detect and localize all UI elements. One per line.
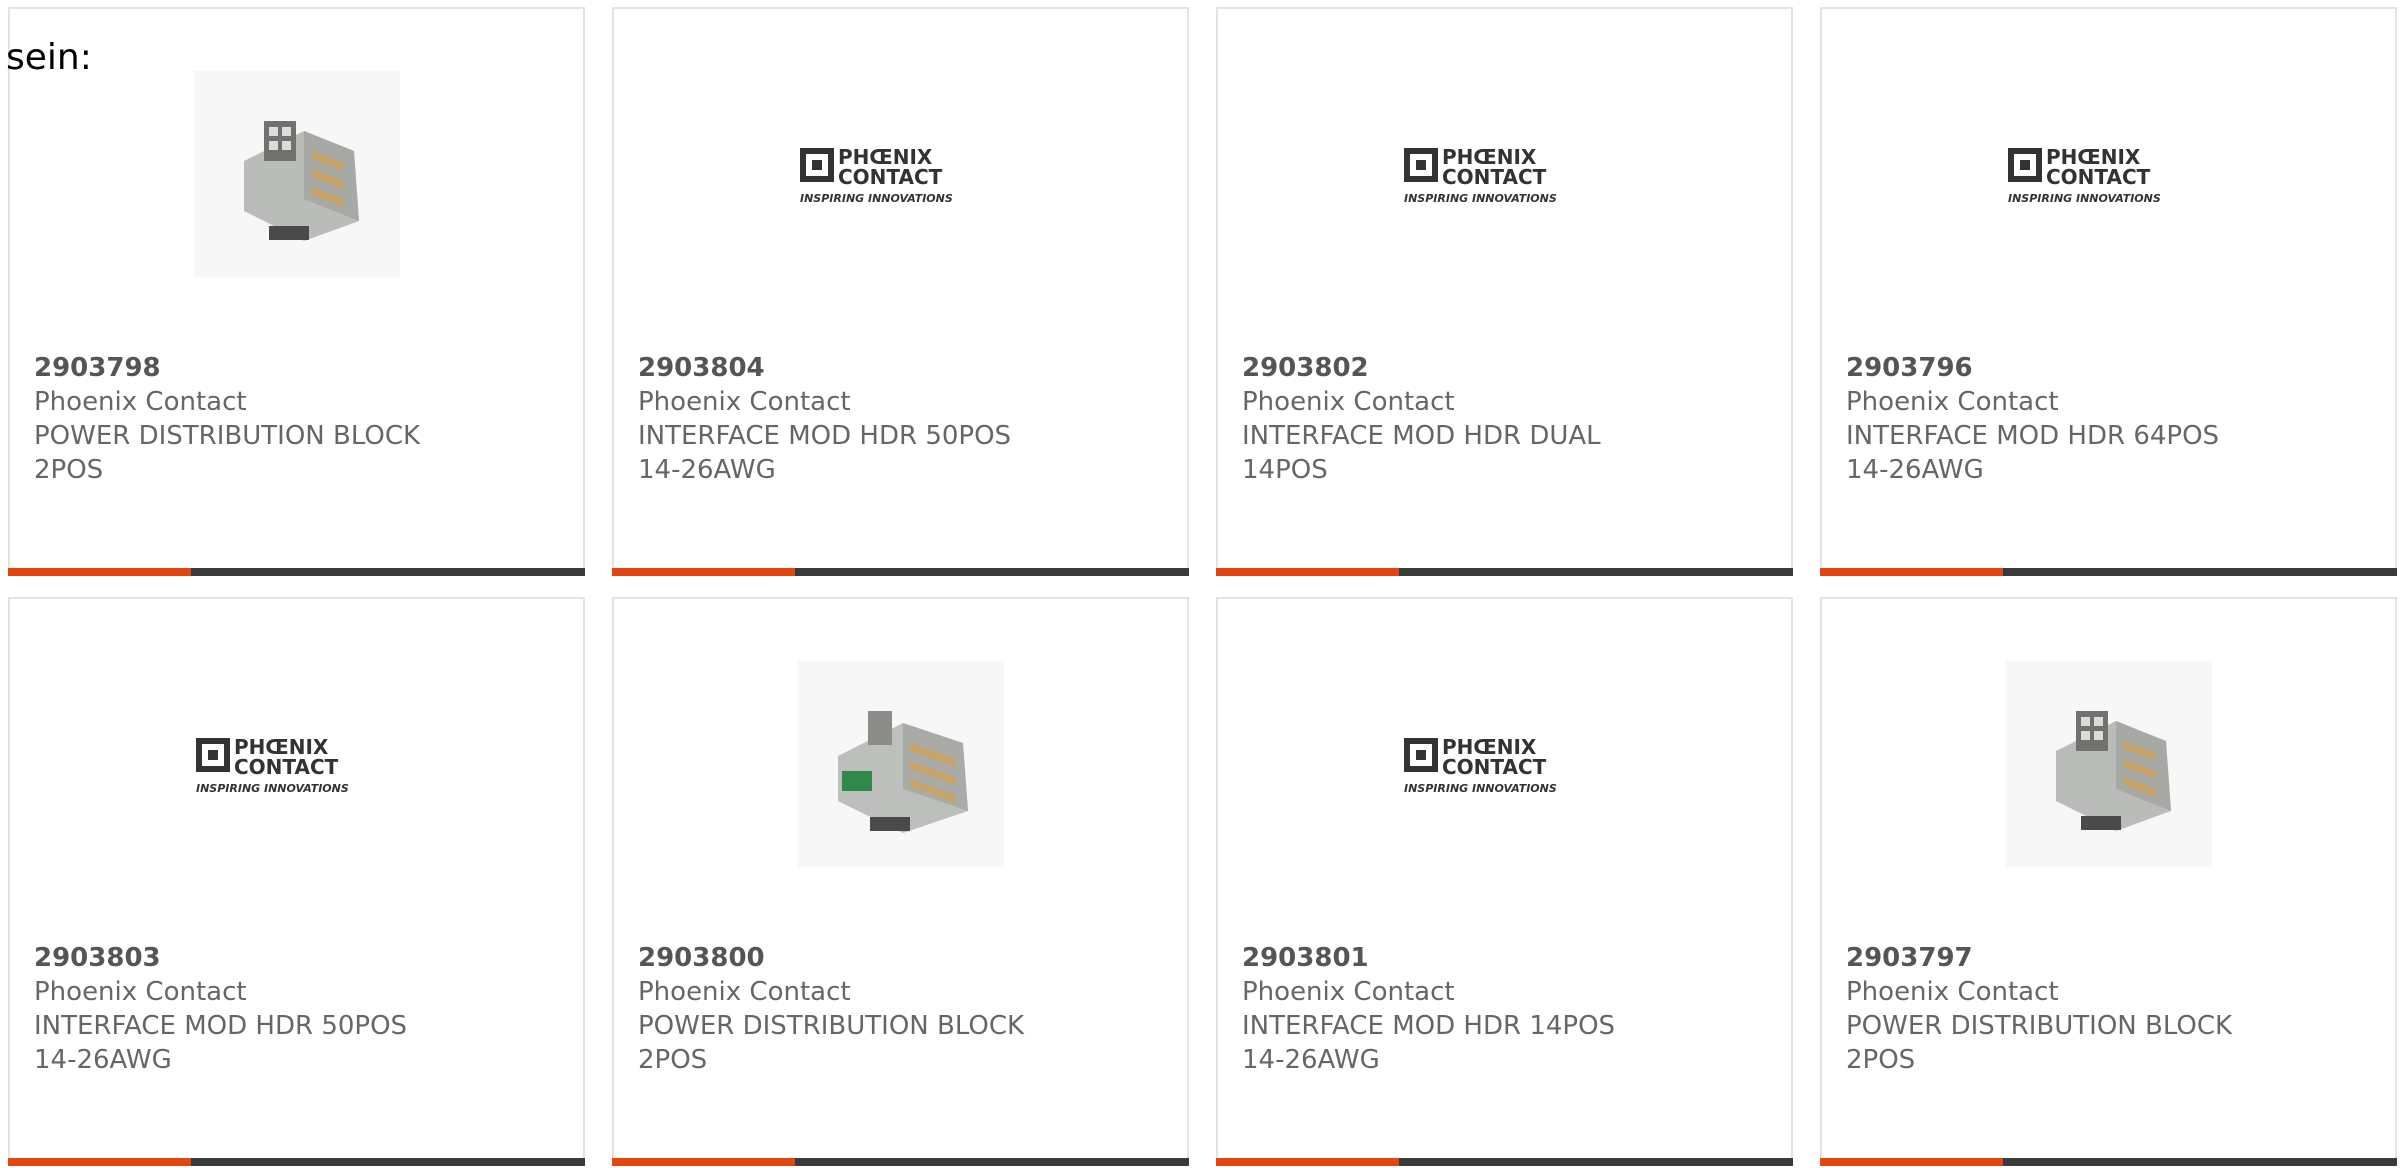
product-card[interactable]: PHŒNIX CONTACT INSPIRING INNOVATIONS 290… bbox=[8, 597, 585, 1166]
description: POWER DISTRIBUTION BLOCK 2POS bbox=[1846, 1011, 2233, 1075]
terminal-block-photo-icon bbox=[2005, 661, 2212, 867]
product-grid: 2903798 Phoenix Contact POWER DISTRIBUTI… bbox=[8, 7, 2400, 1168]
card-bottom-bar bbox=[1216, 568, 1793, 576]
svg-text:CONTACT: CONTACT bbox=[2046, 165, 2151, 189]
svg-text:INSPIRING INNOVATIONS: INSPIRING INNOVATIONS bbox=[2008, 192, 2161, 205]
product-info: 2903801 Phoenix Contact INTERFACE MOD HD… bbox=[1242, 941, 1662, 1077]
card-bottom-bar bbox=[8, 568, 585, 576]
card-bottom-bar bbox=[1820, 1158, 2397, 1166]
manufacturer: Phoenix Contact bbox=[1846, 977, 2059, 1007]
phoenix-contact-logo-icon: PHŒNIX CONTACT INSPIRING INNOVATIONS bbox=[2007, 145, 2161, 205]
terminal-block-photo-icon bbox=[193, 71, 400, 277]
phoenix-contact-logo-icon: PHŒNIX CONTACT INSPIRING INNOVATIONS bbox=[799, 145, 953, 205]
product-info: 2903804 Phoenix Contact INTERFACE MOD HD… bbox=[638, 351, 1058, 487]
svg-text:INSPIRING INNOVATIONS: INSPIRING INNOVATIONS bbox=[196, 782, 349, 795]
svg-text:CONTACT: CONTACT bbox=[838, 165, 943, 189]
card-bottom-bar bbox=[612, 1158, 1189, 1166]
product-image[interactable] bbox=[10, 59, 583, 289]
manufacturer: Phoenix Contact bbox=[34, 977, 247, 1007]
phoenix-contact-logo-icon: PHŒNIX CONTACT INSPIRING INNOVATIONS bbox=[195, 735, 349, 795]
description: INTERFACE MOD HDR DUAL 14POS bbox=[1242, 421, 1601, 485]
svg-text:INSPIRING INNOVATIONS: INSPIRING INNOVATIONS bbox=[800, 192, 953, 205]
manufacturer: Phoenix Contact bbox=[1846, 387, 2059, 417]
product-card[interactable]: PHŒNIX CONTACT INSPIRING INNOVATIONS 290… bbox=[612, 7, 1189, 576]
product-info: 2903797 Phoenix Contact POWER DISTRIBUTI… bbox=[1846, 941, 2266, 1077]
description: POWER DISTRIBUTION BLOCK 2POS bbox=[34, 421, 421, 485]
card-bottom-bar bbox=[8, 1158, 585, 1166]
svg-text:INSPIRING INNOVATIONS: INSPIRING INNOVATIONS bbox=[1404, 192, 1557, 205]
part-number[interactable]: 2903800 bbox=[638, 941, 1058, 975]
manufacturer: Phoenix Contact bbox=[638, 387, 851, 417]
description: INTERFACE MOD HDR 50POS 14-26AWG bbox=[34, 1011, 408, 1075]
svg-text:CONTACT: CONTACT bbox=[1442, 165, 1547, 189]
part-number[interactable]: 2903803 bbox=[34, 941, 454, 975]
product-image[interactable]: PHŒNIX CONTACT INSPIRING INNOVATIONS bbox=[1822, 59, 2395, 289]
svg-text:CONTACT: CONTACT bbox=[1442, 755, 1547, 779]
card-bottom-bar bbox=[1216, 1158, 1793, 1166]
product-image[interactable]: PHŒNIX CONTACT INSPIRING INNOVATIONS bbox=[1218, 59, 1791, 289]
part-number[interactable]: 2903798 bbox=[34, 351, 454, 385]
part-number[interactable]: 2903797 bbox=[1846, 941, 2266, 975]
phoenix-contact-logo-icon: PHŒNIX CONTACT INSPIRING INNOVATIONS bbox=[1403, 145, 1557, 205]
card-bottom-bar bbox=[1820, 568, 2397, 576]
description: INTERFACE MOD HDR 64POS 14-26AWG bbox=[1846, 421, 2220, 485]
part-number[interactable]: 2903802 bbox=[1242, 351, 1662, 385]
product-image[interactable]: PHŒNIX CONTACT INSPIRING INNOVATIONS bbox=[614, 59, 1187, 289]
phoenix-contact-logo-icon: PHŒNIX CONTACT INSPIRING INNOVATIONS bbox=[1403, 735, 1557, 795]
description: INTERFACE MOD HDR 14POS 14-26AWG bbox=[1242, 1011, 1616, 1075]
product-card[interactable]: PHŒNIX CONTACT INSPIRING INNOVATIONS 290… bbox=[1820, 7, 2397, 576]
product-card[interactable]: 2903798 Phoenix Contact POWER DISTRIBUTI… bbox=[8, 7, 585, 576]
card-bottom-bar bbox=[612, 568, 1189, 576]
product-card[interactable]: 2903797 Phoenix Contact POWER DISTRIBUTI… bbox=[1820, 597, 2397, 1166]
product-image[interactable]: PHŒNIX CONTACT INSPIRING INNOVATIONS bbox=[10, 649, 583, 879]
part-number[interactable]: 2903801 bbox=[1242, 941, 1662, 975]
svg-text:CONTACT: CONTACT bbox=[234, 755, 339, 779]
intro-text: sein: bbox=[6, 37, 92, 78]
terminal-block-photo-icon bbox=[797, 661, 1004, 867]
manufacturer: Phoenix Contact bbox=[638, 977, 851, 1007]
product-info: 2903803 Phoenix Contact INTERFACE MOD HD… bbox=[34, 941, 454, 1077]
part-number[interactable]: 2903796 bbox=[1846, 351, 2266, 385]
product-image[interactable] bbox=[614, 649, 1187, 879]
description: POWER DISTRIBUTION BLOCK 2POS bbox=[638, 1011, 1025, 1075]
manufacturer: Phoenix Contact bbox=[1242, 387, 1455, 417]
product-card[interactable]: PHŒNIX CONTACT INSPIRING INNOVATIONS 290… bbox=[1216, 7, 1793, 576]
product-card[interactable]: 2903800 Phoenix Contact POWER DISTRIBUTI… bbox=[612, 597, 1189, 1166]
part-number[interactable]: 2903804 bbox=[638, 351, 1058, 385]
product-info: 2903800 Phoenix Contact POWER DISTRIBUTI… bbox=[638, 941, 1058, 1077]
product-image[interactable]: PHŒNIX CONTACT INSPIRING INNOVATIONS bbox=[1218, 649, 1791, 879]
manufacturer: Phoenix Contact bbox=[34, 387, 247, 417]
product-info: 2903802 Phoenix Contact INTERFACE MOD HD… bbox=[1242, 351, 1662, 487]
product-card[interactable]: PHŒNIX CONTACT INSPIRING INNOVATIONS 290… bbox=[1216, 597, 1793, 1166]
manufacturer: Phoenix Contact bbox=[1242, 977, 1455, 1007]
product-info: 2903796 Phoenix Contact INTERFACE MOD HD… bbox=[1846, 351, 2266, 487]
product-image[interactable] bbox=[1822, 649, 2395, 879]
svg-text:INSPIRING INNOVATIONS: INSPIRING INNOVATIONS bbox=[1404, 782, 1557, 795]
product-info: 2903798 Phoenix Contact POWER DISTRIBUTI… bbox=[34, 351, 454, 487]
description: INTERFACE MOD HDR 50POS 14-26AWG bbox=[638, 421, 1012, 485]
